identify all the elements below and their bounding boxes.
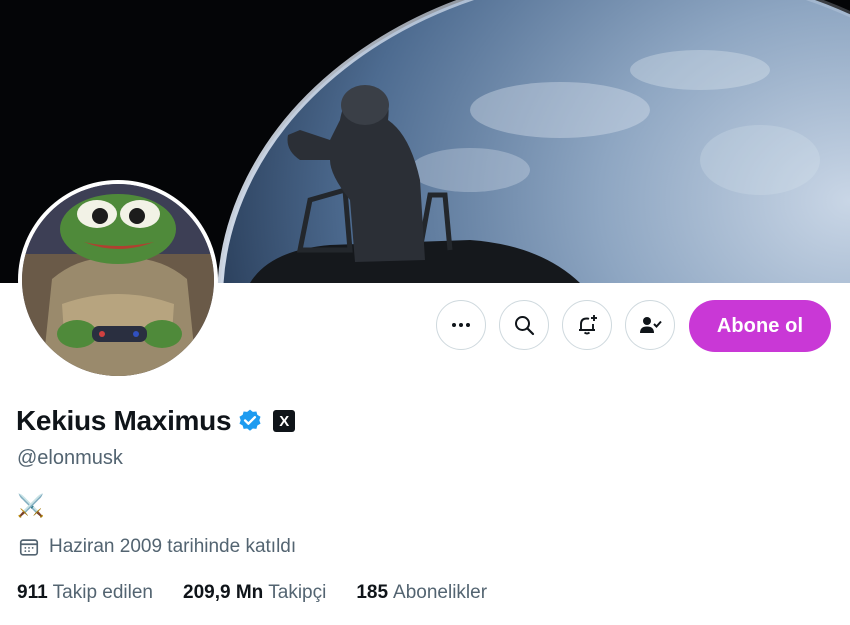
bell-plus-icon <box>579 315 597 335</box>
search-button[interactable] <box>499 300 549 350</box>
following-stat[interactable]: 911 Takip edilen <box>17 582 153 604</box>
person-check-icon <box>640 317 662 333</box>
profile-name-row: Kekius Maximus X <box>16 405 296 437</box>
verified-badge-icon[interactable] <box>237 408 263 434</box>
followers-label: Takipçi <box>268 582 327 603</box>
calendar-icon <box>19 539 39 556</box>
followers-stat[interactable]: 209,9 Mn Takipçi <box>183 582 326 604</box>
profile-stats: 911 Takip edilen 209,9 Mn Takipçi 185 Ab… <box>17 582 517 604</box>
more-button[interactable] <box>436 300 486 350</box>
display-name: Kekius Maximus <box>16 405 232 436</box>
more-icon <box>452 323 470 327</box>
profile-bio: ⚔️ <box>17 493 45 518</box>
followers-count: 209,9 Mn <box>183 582 264 603</box>
profile-actions: Abone ol <box>0 300 850 354</box>
following-button[interactable] <box>625 300 675 350</box>
join-date-text: Haziran 2009 tarihinde katıldı <box>49 536 297 557</box>
following-count: 911 <box>17 582 48 603</box>
profile-handle: @elonmusk <box>17 447 123 469</box>
affiliation-x-badge[interactable]: X <box>273 410 296 432</box>
x-logo-icon: X <box>279 412 290 430</box>
search-icon <box>515 316 535 336</box>
join-date: Haziran 2009 tarihinde katıldı <box>18 536 296 558</box>
subscriptions-label: Abonelikler <box>393 582 488 603</box>
following-label: Takip edilen <box>52 582 153 603</box>
subscribe-button[interactable]: Abone ol <box>689 300 831 352</box>
subscriptions-count: 185 <box>356 582 389 603</box>
notifications-button[interactable] <box>562 300 612 350</box>
subscriptions-stat[interactable]: 185 Abonelikler <box>356 582 487 604</box>
